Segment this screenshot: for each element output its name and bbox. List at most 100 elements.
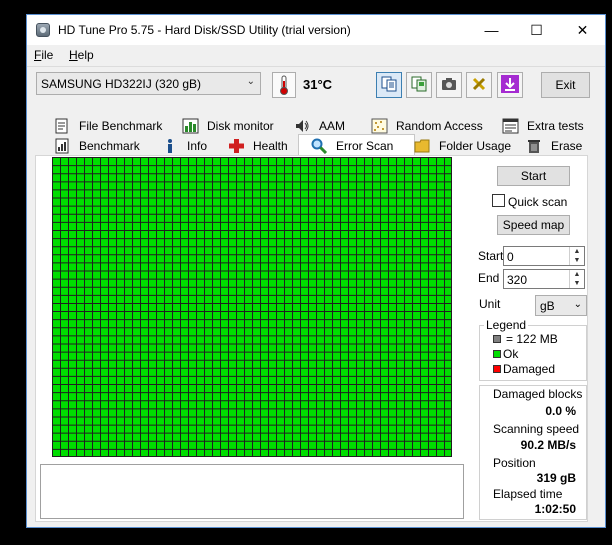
extra-tests-icon <box>502 118 519 134</box>
elapsed-time-label: Elapsed time <box>493 487 563 501</box>
window-title: HD Tune Pro 5.75 - Hard Disk/SSD Utility… <box>58 23 351 37</box>
download-button[interactable] <box>497 72 523 98</box>
elapsed-time-value: 1:02:50 <box>534 502 576 516</box>
tools-icon <box>471 76 487 95</box>
tab-info-label: Info <box>187 139 208 153</box>
trash-icon <box>526 138 543 154</box>
temperature-value: 31°C <box>303 77 333 92</box>
damaged-blocks-label: Damaged blocks <box>493 387 583 401</box>
end-field-label: End <box>478 271 500 285</box>
info-icon <box>162 138 179 154</box>
spin-arrows-icon[interactable]: ▲ ▼ <box>569 247 584 265</box>
copy-text-button[interactable] <box>376 72 402 98</box>
hdtune-app-icon <box>36 23 50 37</box>
chevron-down-icon: ⌄ <box>573 299 582 310</box>
tab-random-access-label: Random Access <box>396 119 483 133</box>
legend-damaged-label: Damaged <box>503 362 556 376</box>
scan-block-map <box>52 157 452 457</box>
close-button[interactable]: ✕ <box>560 15 605 45</box>
tab-random-access[interactable]: Random Access <box>371 116 483 136</box>
folder-icon <box>414 138 431 154</box>
tab-disk-monitor[interactable]: Disk monitor <box>182 116 274 136</box>
start-field[interactable]: 0 ▲ ▼ <box>503 246 585 266</box>
menu-help[interactable]: Help <box>69 48 94 62</box>
end-field-value: 320 <box>507 273 528 287</box>
scanning-speed-label: Scanning speed <box>493 422 580 436</box>
tab-erase[interactable]: Erase <box>526 136 582 156</box>
menu-file[interactable]: File <box>34 48 53 62</box>
tab-folder-usage[interactable]: Folder Usage <box>414 136 511 156</box>
tab-error-scan-label: Error Scan <box>336 138 394 153</box>
file-benchmark-icon <box>54 118 71 134</box>
legend-damaged-swatch <box>493 365 501 373</box>
speed-map-button[interactable]: Speed map <box>497 215 570 235</box>
benchmark-icon <box>54 138 71 154</box>
damaged-blocks-value: 0.0 % <box>545 404 576 418</box>
tools-button[interactable] <box>466 72 492 98</box>
tab-aam-label: AAM <box>319 119 346 133</box>
start-field-value: 0 <box>507 250 514 264</box>
position-label: Position <box>493 456 536 470</box>
camera-button[interactable] <box>436 72 462 98</box>
tab-row-2: Benchmark Info Health Error Scan Folder … <box>36 134 589 156</box>
legend-block-swatch <box>493 335 501 343</box>
exit-button[interactable]: Exit <box>541 72 590 98</box>
tab-health-label: Health <box>253 139 288 153</box>
random-access-icon <box>371 118 388 134</box>
quick-scan-checkbox[interactable] <box>492 194 505 207</box>
tab-erase-label: Erase <box>551 139 583 153</box>
copy-screenshot-button[interactable] <box>406 72 432 98</box>
end-field[interactable]: 320 ▲ ▼ <box>503 269 585 289</box>
menu-help-label: elp <box>77 48 94 62</box>
menu-bar: File Help <box>27 45 605 65</box>
tab-error-scan[interactable]: Error Scan <box>298 134 415 156</box>
start-scan-button[interactable]: Start <box>497 166 570 186</box>
legend-ok-swatch <box>493 350 501 358</box>
unit-select-value: gB <box>540 299 555 313</box>
scan-log-box <box>40 464 464 519</box>
tab-benchmark[interactable]: Benchmark <box>54 136 140 156</box>
tab-row-1: File Benchmark Disk monitor AAM Random A… <box>36 116 589 136</box>
menu-help-accel: H <box>69 48 78 62</box>
thermometer-icon <box>272 72 296 98</box>
start-field-label: Start <box>478 249 504 263</box>
legend-block-size: = 122 MB <box>506 332 558 346</box>
tab-health[interactable]: Health <box>228 136 288 156</box>
magnifier-icon <box>311 138 328 154</box>
legend-ok-label: Ok <box>503 347 519 361</box>
minimize-button[interactable]: — <box>469 15 514 45</box>
close-icon: ✕ <box>576 21 589 38</box>
tab-folder-usage-label: Folder Usage <box>439 139 512 153</box>
spin-arrows-icon[interactable]: ▲ ▼ <box>569 270 584 288</box>
tab-extra-tests-label: Extra tests <box>527 119 584 133</box>
tab-file-benchmark[interactable]: File Benchmark <box>54 116 162 136</box>
legend-title: Legend <box>484 318 529 332</box>
maximize-icon: ☐ <box>530 21 543 38</box>
title-bar[interactable]: HD Tune Pro 5.75 - Hard Disk/SSD Utility… <box>27 15 605 45</box>
menu-file-label: ile <box>41 48 54 62</box>
copy-screenshot-icon <box>411 76 427 95</box>
camera-icon <box>441 76 457 95</box>
drive-select-value: SAMSUNG HD322IJ (320 gB) <box>41 77 202 91</box>
chevron-down-icon: ⌄ <box>246 76 255 87</box>
unit-select[interactable]: gB ⌄ <box>535 295 587 316</box>
download-icon <box>501 74 519 96</box>
copy-text-icon <box>381 76 397 95</box>
tab-benchmark-label: Benchmark <box>79 139 140 153</box>
health-icon <box>228 138 245 154</box>
position-value: 319 gB <box>536 471 576 485</box>
maximize-button[interactable]: ☐ <box>514 15 559 45</box>
tab-extra-tests[interactable]: Extra tests <box>502 116 584 136</box>
disk-monitor-icon <box>182 118 199 134</box>
speaker-icon <box>294 118 311 134</box>
tab-info[interactable]: Info <box>162 136 207 156</box>
menu-separator <box>27 66 605 67</box>
tab-disk-monitor-label: Disk monitor <box>207 119 274 133</box>
quick-scan-label: Quick scan <box>508 195 568 209</box>
scanning-speed-value: 90.2 MB/s <box>520 438 576 452</box>
unit-label: Unit <box>479 297 501 311</box>
drive-select[interactable]: SAMSUNG HD322IJ (320 gB) ⌄ <box>36 72 261 95</box>
tab-file-benchmark-label: File Benchmark <box>79 119 163 133</box>
minimize-icon: — <box>484 22 499 38</box>
tab-aam[interactable]: AAM <box>294 116 345 136</box>
